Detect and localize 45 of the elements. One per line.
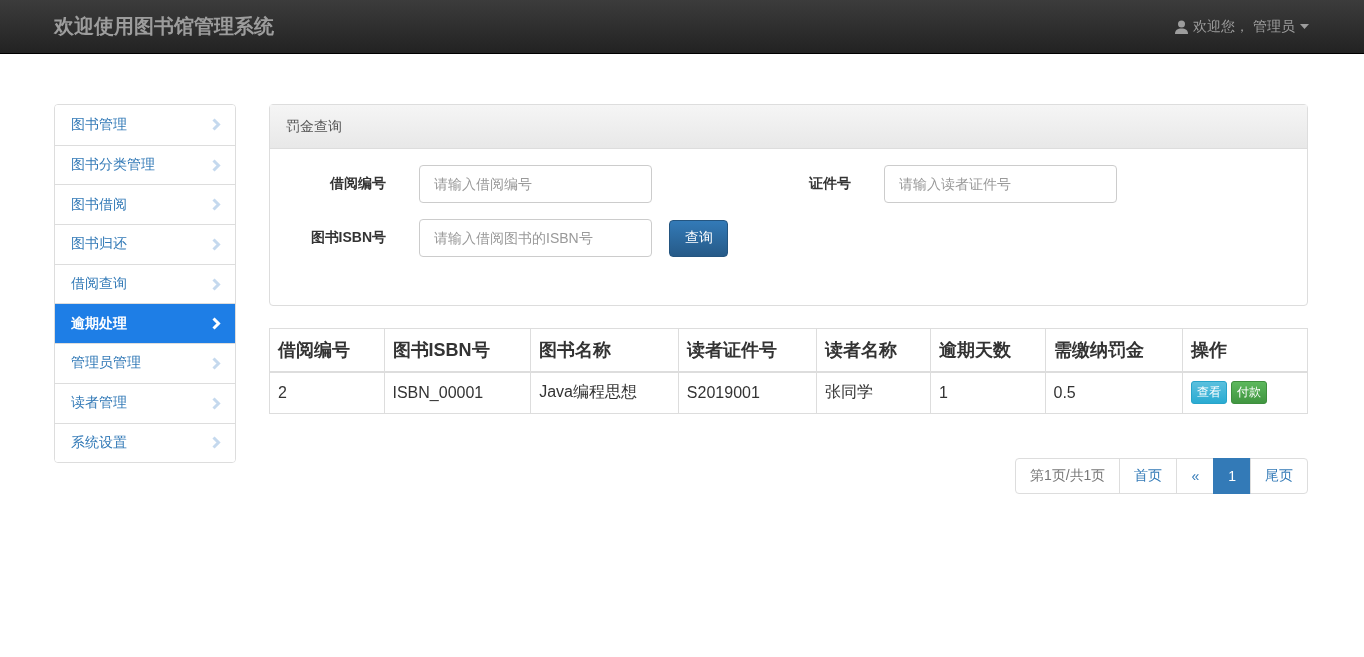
input-field[interactable]: 请输入读者证件号 xyxy=(884,165,1117,203)
page-info: 第1页/共1页 xyxy=(1014,458,1121,494)
page-link[interactable]: « xyxy=(1176,458,1215,494)
page-link[interactable]: 首页 xyxy=(1119,458,1178,494)
chevron-right-icon xyxy=(212,198,221,212)
user-menu[interactable]: 欢迎您， 管理员 xyxy=(1175,17,1309,36)
table-cell: S2019001 xyxy=(678,371,816,414)
user-icon xyxy=(1175,19,1189,34)
table-cell: Java编程思想 xyxy=(530,371,679,414)
table-cell: ISBN_00001 xyxy=(384,371,531,414)
page-link[interactable]: 1 xyxy=(1213,458,1251,494)
column-header: 图书ISBN号 xyxy=(384,328,531,372)
chevron-right-icon xyxy=(212,396,221,410)
app-title: 欢迎使用图书馆管理系统 xyxy=(54,14,274,39)
field-label: 证件号 xyxy=(808,175,851,193)
panel-heading: 罚金查询 xyxy=(270,105,1307,149)
column-header: 图书名称 xyxy=(530,328,679,372)
chevron-right-icon xyxy=(212,277,221,291)
sidebar-item[interactable]: 逾期处理 xyxy=(55,303,235,344)
column-header: 读者名称 xyxy=(816,328,931,372)
column-header: 逾期天数 xyxy=(930,328,1045,372)
sidebar-item[interactable]: 系统设置 xyxy=(55,422,235,463)
column-header: 操作 xyxy=(1182,328,1308,372)
table-cell: 1 xyxy=(930,371,1045,414)
column-header: 读者证件号 xyxy=(678,328,816,372)
field-label: 图书ISBN号 xyxy=(309,229,386,247)
chevron-right-icon xyxy=(212,158,221,172)
chevron-right-icon xyxy=(212,356,221,370)
chevron-right-icon xyxy=(212,118,221,132)
field-label: 借阅编号 xyxy=(329,175,386,193)
caret-icon xyxy=(1300,24,1309,29)
action-button[interactable]: 付款 xyxy=(1231,381,1268,405)
table-cell: 2 xyxy=(269,371,384,414)
search-button[interactable]: 查询 xyxy=(669,219,728,257)
page-link[interactable]: 尾页 xyxy=(1250,458,1308,494)
table-cell: 张同学 xyxy=(816,371,931,414)
user-greeting: 欢迎您， 管理员 xyxy=(1193,17,1295,36)
input-field[interactable]: 请输入借阅编号 xyxy=(419,165,652,203)
column-header: 需缴纳罚金 xyxy=(1045,328,1183,372)
input-field[interactable]: 请输入借阅图书的ISBN号 xyxy=(419,219,652,257)
table-cell: 0.5 xyxy=(1045,371,1183,414)
chevron-right-icon xyxy=(212,436,221,450)
chevron-right-icon xyxy=(212,237,221,251)
column-header: 借阅编号 xyxy=(269,328,384,372)
chevron-right-icon xyxy=(212,317,221,331)
